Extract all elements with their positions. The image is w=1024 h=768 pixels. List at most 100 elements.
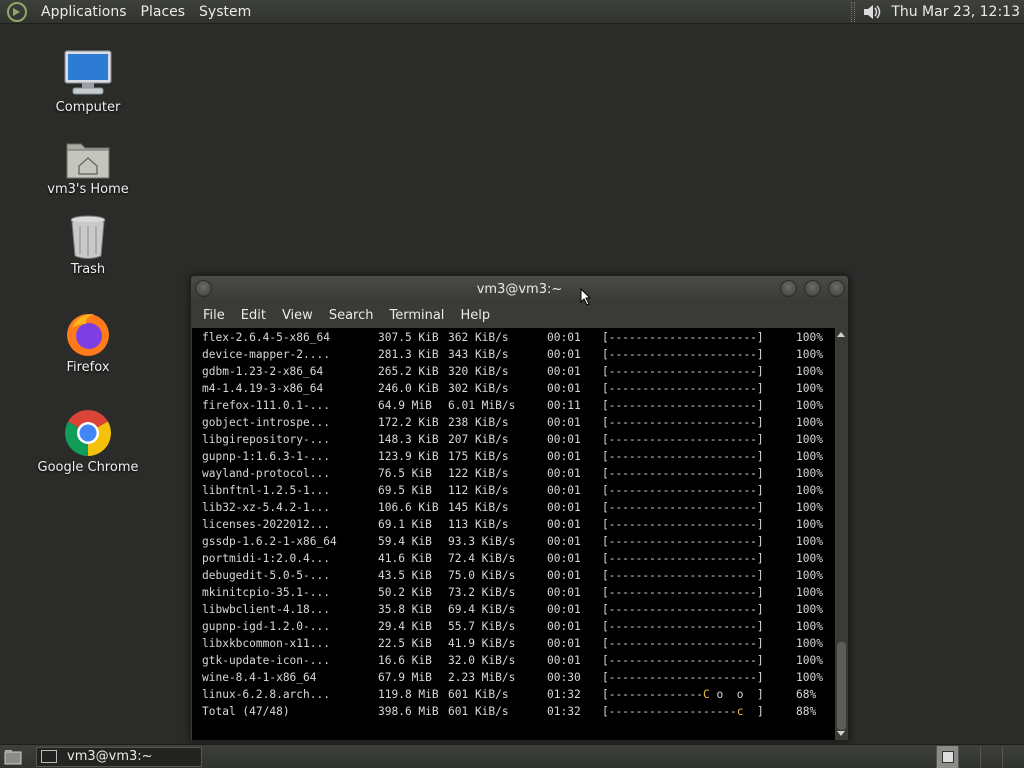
package-name: libxkbcommon-x11... xyxy=(202,637,330,650)
desktop-icon-firefox[interactable]: Firefox xyxy=(28,306,148,375)
desktop-icon-label: Trash xyxy=(70,262,106,277)
progress-percent: 100% xyxy=(796,348,823,361)
elapsed-time: 00:01 xyxy=(547,467,581,480)
progress-bar: [----------------------] xyxy=(602,603,764,616)
workspace-switcher[interactable] xyxy=(936,745,1024,768)
download-size: 398.6 MiB xyxy=(378,705,439,718)
workspace-4[interactable] xyxy=(1002,745,1024,768)
package-name: libwbclient-4.18... xyxy=(202,603,330,616)
elapsed-time: 00:01 xyxy=(547,450,581,463)
progress-percent: 100% xyxy=(796,552,823,565)
progress-percent: 100% xyxy=(796,569,823,582)
desktop-icon-trash[interactable]: Trash xyxy=(28,208,148,277)
download-rate: 238 KiB/s xyxy=(448,416,509,429)
progress-percent: 100% xyxy=(796,603,823,616)
menu-file[interactable]: File xyxy=(195,308,233,323)
menu-view[interactable]: View xyxy=(274,308,321,323)
menu-edit[interactable]: Edit xyxy=(233,308,274,323)
system-menu[interactable]: System xyxy=(192,4,258,20)
elapsed-time: 00:01 xyxy=(547,331,581,344)
clock[interactable]: Thu Mar 23, 12:13 xyxy=(883,4,1024,20)
download-rate: 75.0 KiB/s xyxy=(448,569,516,582)
package-name: gssdp-1.6.2-1-x86_64 xyxy=(202,535,337,548)
elapsed-time: 00:01 xyxy=(547,382,581,395)
elapsed-time: 00:01 xyxy=(547,501,581,514)
elapsed-time: 00:01 xyxy=(547,586,581,599)
bottom-panel: vm3@vm3:~ xyxy=(0,744,1024,768)
progress-bar: [----------------------] xyxy=(602,399,764,412)
package-name: gtk-update-icon-... xyxy=(202,654,330,667)
progress-percent: 100% xyxy=(796,484,823,497)
progress-bar-remaining: ] xyxy=(743,705,764,718)
taskbar-button-terminal[interactable]: vm3@vm3:~ xyxy=(36,746,202,767)
desktop-icon-home[interactable]: vm3's Home xyxy=(28,128,148,197)
terminal-output[interactable]: flex-2.6.4-5-x86_64 307.5 KiB 362 KiB/s 00:… xyxy=(192,328,835,740)
workspace-3[interactable] xyxy=(980,745,1002,768)
download-size: 106.6 KiB xyxy=(378,501,439,514)
progress-percent: 100% xyxy=(796,637,823,650)
elapsed-time: 00:11 xyxy=(547,399,581,412)
desktop-icon-computer[interactable]: Computer xyxy=(28,46,148,115)
minimize-button[interactable] xyxy=(780,280,797,297)
distro-logo-icon[interactable] xyxy=(6,1,28,23)
download-rate: 73.2 KiB/s xyxy=(448,586,516,599)
menu-search[interactable]: Search xyxy=(321,308,382,323)
package-name: gupnp-1:1.6.3-1-... xyxy=(202,450,330,463)
terminal-scrollbar[interactable] xyxy=(835,328,848,740)
volume-icon[interactable] xyxy=(861,1,883,23)
menu-help[interactable]: Help xyxy=(452,308,498,323)
download-size: 69.1 KiB xyxy=(378,518,432,531)
elapsed-time: 00:01 xyxy=(547,535,581,548)
applications-menu[interactable]: Applications xyxy=(34,4,134,20)
elapsed-time: 01:32 xyxy=(547,688,581,701)
desktop-icon-label: vm3's Home xyxy=(47,182,129,197)
progress-bar: [----------------------] xyxy=(602,450,764,463)
progress-bar: [----------------------] xyxy=(602,467,764,480)
terminal-window[interactable]: vm3@vm3:~ File Edit View Search Terminal… xyxy=(190,275,849,741)
show-desktop-button[interactable] xyxy=(2,747,24,767)
download-rate: 145 KiB/s xyxy=(448,501,509,514)
progress-percent: 100% xyxy=(796,467,823,480)
elapsed-time: 00:01 xyxy=(547,484,581,497)
progress-percent: 100% xyxy=(796,586,823,599)
download-size: 22.5 KiB xyxy=(378,637,432,650)
download-size: 69.5 KiB xyxy=(378,484,432,497)
package-name: libgirepository-... xyxy=(202,433,330,446)
progress-bar: [----------------------] xyxy=(602,365,764,378)
window-titlebar[interactable]: vm3@vm3:~ xyxy=(191,276,848,302)
progress-percent: 100% xyxy=(796,671,823,684)
desktop-icon-chrome[interactable]: Google Chrome xyxy=(28,406,148,475)
maximize-button[interactable] xyxy=(804,280,821,297)
download-rate: 32.0 KiB/s xyxy=(448,654,516,667)
workspace-1[interactable] xyxy=(936,745,958,768)
progress-bar: [----------------------] xyxy=(602,382,764,395)
progress-percent: 100% xyxy=(796,501,823,514)
progress-percent: 100% xyxy=(796,365,823,378)
progress-bar: [----------------------] xyxy=(602,433,764,446)
progress-percent: 100% xyxy=(796,654,823,667)
computer-icon xyxy=(64,50,112,95)
download-rate: 343 KiB/s xyxy=(448,348,509,361)
places-menu[interactable]: Places xyxy=(134,4,193,20)
package-name: m4-1.4.19-3-x86_64 xyxy=(202,382,324,395)
scrollbar-thumb[interactable] xyxy=(837,642,846,730)
workspace-2[interactable] xyxy=(958,745,980,768)
elapsed-time: 00:01 xyxy=(547,348,581,361)
scroll-down-arrow-icon[interactable] xyxy=(837,731,845,736)
terminal-icon xyxy=(41,750,57,763)
scroll-up-arrow-icon[interactable] xyxy=(837,332,845,337)
elapsed-time: 00:01 xyxy=(547,603,581,616)
download-rate: 122 KiB/s xyxy=(448,467,509,480)
menu-terminal[interactable]: Terminal xyxy=(381,308,452,323)
close-button[interactable] xyxy=(828,280,845,297)
progress-percent: 100% xyxy=(796,382,823,395)
progress-bar: [----------------------] xyxy=(602,552,764,565)
download-size: 281.3 KiB xyxy=(378,348,439,361)
progress-percent: 100% xyxy=(796,620,823,633)
download-size: 67.9 MiB xyxy=(378,671,432,684)
package-name: licenses-2022012... xyxy=(202,518,330,531)
window-menu-button[interactable] xyxy=(195,280,212,297)
download-size: 16.6 KiB xyxy=(378,654,432,667)
package-name: Total (47/48) xyxy=(202,705,290,718)
progress-bar: [----------------------] xyxy=(602,348,764,361)
